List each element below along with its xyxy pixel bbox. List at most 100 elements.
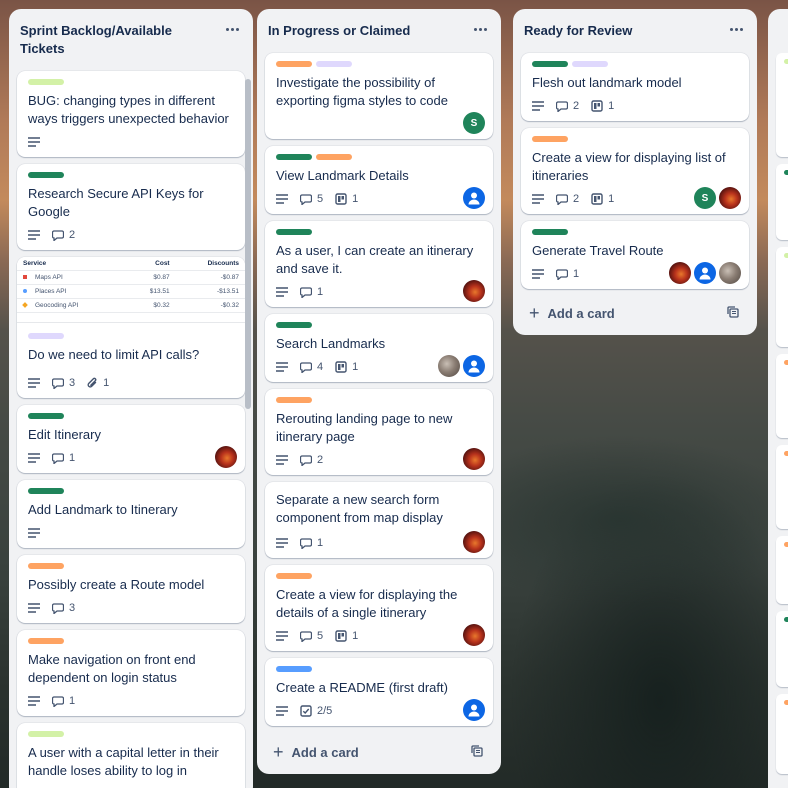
add-card-button[interactable]: + Add a card [265,736,493,768]
label-orange[interactable] [276,61,312,67]
card[interactable] [776,354,788,438]
card[interactable] [776,694,788,774]
card[interactable]: Possibly create a Route model 3 [17,555,245,623]
label-green[interactable] [276,229,312,235]
comments-badge: 5 [300,193,323,205]
label-green[interactable] [276,154,312,160]
card[interactable] [776,536,788,604]
label-purple[interactable] [28,333,64,339]
member-avatar[interactable]: S [694,187,716,209]
board-count: 1 [608,193,615,205]
card[interactable]: Make navigation on front end dependent o… [17,630,245,716]
user-icon [468,192,480,205]
card[interactable]: Service Cost Discounts Maps API $0.87 -$0.87… [17,257,245,398]
linked-board-badge: 1 [335,361,358,373]
label-orange[interactable] [276,397,312,403]
member-avatar[interactable] [463,624,485,646]
member-avatar[interactable] [463,187,485,209]
card[interactable]: Rerouting landing page to new itinerary … [265,389,493,475]
member-avatar[interactable] [719,187,741,209]
card-template-icon[interactable] [471,745,483,757]
comments-badge: 2 [300,454,323,466]
list-menu-button[interactable] [219,18,245,40]
label-orange[interactable] [316,154,352,160]
member-avatar[interactable] [463,531,485,553]
list-scrollbar[interactable] [245,79,251,409]
dot-icon [483,27,487,31]
card-template-icon[interactable] [727,306,739,318]
member-avatar[interactable] [463,355,485,377]
member-avatar[interactable] [463,448,485,470]
card[interactable]: Investigate the possibility of exporting… [265,53,493,139]
list-title[interactable]: In Progress or Claimed [257,9,501,40]
list-sprint-backlog: Sprint Backlog/Available Tickets BUG: ch… [9,9,253,788]
list-title[interactable]: Sprint Backlog/Available Tickets [9,9,253,58]
card[interactable]: View Landmark Details 5 1 [265,146,493,214]
label-orange[interactable] [28,638,64,644]
card-title: View Landmark Details [276,168,409,183]
card[interactable]: Add Landmark to Itinerary [17,480,245,548]
label-green[interactable] [276,322,312,328]
card[interactable] [776,53,788,157]
member-avatar[interactable] [719,262,741,284]
label-orange[interactable] [28,563,64,569]
card[interactable]: Create a view for displaying the details… [265,565,493,651]
label-green[interactable] [532,61,568,67]
card[interactable]: Flesh out landmark model 2 1 [521,53,749,121]
label-purple[interactable] [572,61,608,67]
label-purple[interactable] [316,61,352,67]
member-avatar[interactable] [463,699,485,721]
add-card-button[interactable]: + Add a card [521,297,749,329]
member-avatar[interactable] [215,446,237,468]
list-menu-button[interactable] [723,18,749,40]
label-green[interactable] [28,172,64,178]
table-header: Cost [124,257,176,271]
card[interactable]: Generate Travel Route 1 [521,221,749,289]
card[interactable]: Search Landmarks 4 1 [265,314,493,382]
list-menu-button[interactable] [467,18,493,40]
card[interactable]: A user with a capital letter in their ha… [17,723,245,788]
card-title: Create a README (first draft) [276,680,448,695]
list-next-partial [768,9,788,788]
label-green[interactable] [532,229,568,235]
card[interactable]: As a user, I can create an itinerary and… [265,221,493,307]
member-avatar[interactable] [669,262,691,284]
label-lime[interactable] [28,731,64,737]
card[interactable] [776,445,788,529]
comments-badge: 1 [52,695,75,707]
label-orange[interactable] [276,573,312,579]
card[interactable] [776,164,788,240]
member-avatar[interactable] [463,280,485,302]
member-avatar[interactable] [694,262,716,284]
card[interactable] [776,611,788,687]
card[interactable]: Edit Itinerary 1 [17,405,245,473]
card[interactable] [776,247,788,347]
member-avatar[interactable] [438,355,460,377]
comment-count: 1 [69,695,76,707]
user-icon [699,267,711,280]
label-blue[interactable] [276,666,312,672]
table-header: Discounts [175,257,245,271]
card[interactable]: Research Secure API Keys for Google 2 [17,164,245,250]
comment-icon [300,286,312,298]
comments-badge: 5 [300,630,323,642]
comment-count: 5 [317,193,324,205]
list-title[interactable]: Ready for Review [513,9,757,40]
label-lime[interactable] [28,79,64,85]
card[interactable]: Create a README (first draft) 2/5 [265,658,493,726]
table-cell: Geocoding API [17,298,125,313]
card-title: Do we need to limit API calls? [28,347,200,362]
label-orange[interactable] [532,136,568,142]
card[interactable]: Create a view for displaying list of iti… [521,128,749,214]
label-green[interactable] [28,413,64,419]
card-title: Generate Travel Route [532,243,664,258]
plus-icon: + [529,303,540,323]
label-green[interactable] [28,488,64,494]
dot-icon [734,27,738,31]
description-icon [276,287,288,297]
card[interactable]: Separate a new search form component fro… [265,482,493,558]
card[interactable]: BUG: changing types in different ways tr… [17,71,245,157]
comment-icon [300,537,312,549]
member-avatar[interactable]: S [463,112,485,134]
card-title: Separate a new search form component fro… [276,492,443,525]
